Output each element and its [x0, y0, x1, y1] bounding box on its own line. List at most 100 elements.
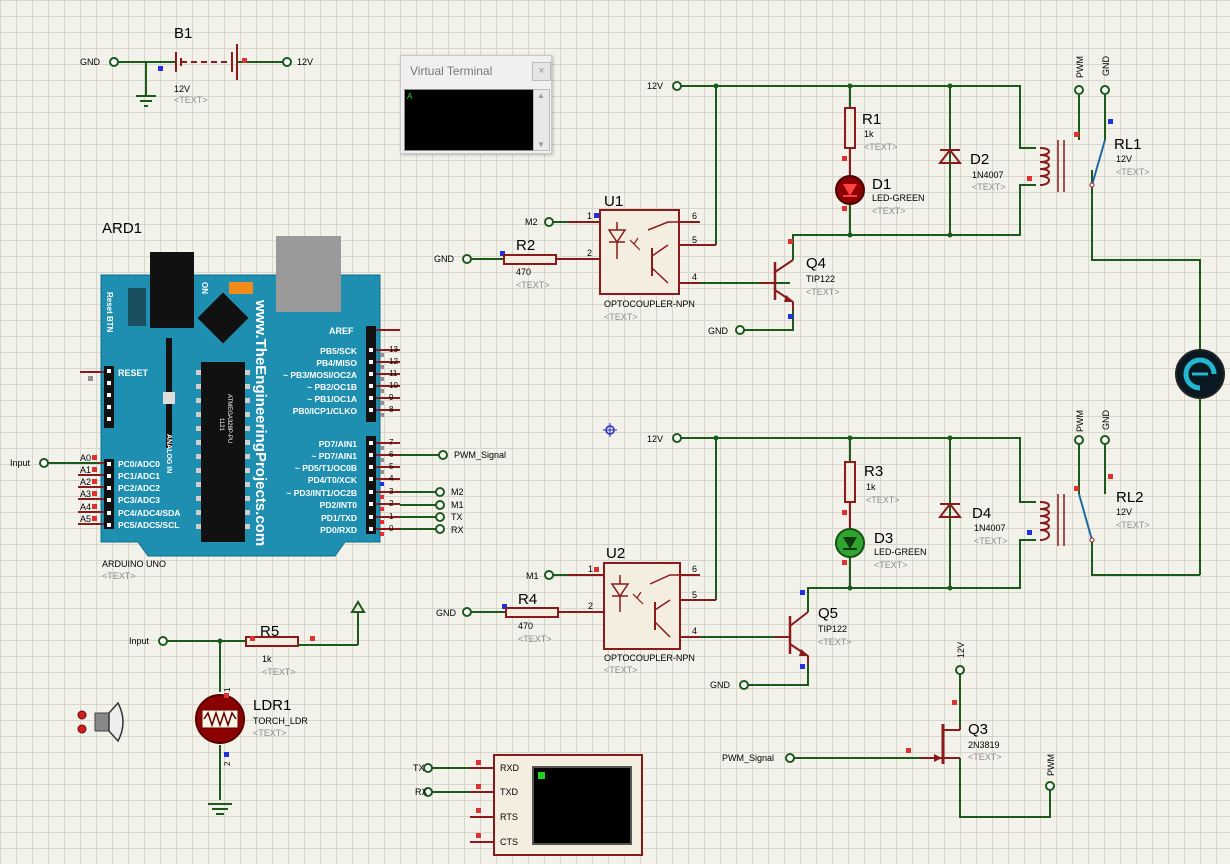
- u2-pin1: 1: [588, 564, 593, 574]
- analog-label: PC5/ADC5/SCL: [118, 520, 179, 530]
- input-net-label: Input: [10, 458, 31, 468]
- r4-value: 470: [518, 621, 533, 631]
- analog-label: PC0/ADC0: [118, 459, 160, 469]
- ard1-text: <TEXT>: [102, 571, 136, 581]
- m2-net-label: M2: [451, 487, 464, 497]
- battery-b1[interactable]: GND 12V B1 12V <TEXT>: [80, 25, 313, 107]
- digital-pin-number: 13: [389, 345, 398, 354]
- scroll-up-icon[interactable]: ▲: [537, 91, 545, 100]
- optocoupler-u2[interactable]: 1 2 4 5 6 U2 OPTOCOUPLER-NPN <TEXT>: [558, 545, 716, 675]
- analog-pin-label: A0: [80, 453, 91, 463]
- virtual-terminal-window[interactable]: Virtual Terminal × A ▲ ▼: [400, 55, 552, 154]
- resistor-r1[interactable]: R1 1k <TEXT>: [842, 107, 898, 176]
- resistor-r3[interactable]: R3 1k <TEXT>: [842, 461, 900, 530]
- optocoupler-u1[interactable]: 1 2 4 5 6 U1 OPTOCOUPLER-NPN <TEXT>: [556, 193, 716, 322]
- q3-pwm-signal-net: PWM_Signal: [722, 753, 774, 763]
- d4-value: 1N4007: [974, 523, 1006, 533]
- virtual-terminal-screen[interactable]: A: [404, 89, 534, 151]
- u1-pin5: 5: [692, 235, 697, 245]
- d4-text: <TEXT>: [974, 536, 1008, 546]
- digital-pin-label: ~ PD7/AIN1: [311, 451, 357, 461]
- chip-name: ATMEGA328P-PU: [226, 394, 232, 443]
- serial-tx-net: TX: [413, 763, 425, 773]
- u1-pin1: 1: [587, 211, 592, 221]
- torch-control[interactable]: [77, 701, 124, 743]
- scroll-down-icon[interactable]: ▼: [537, 140, 545, 149]
- q3-value: 2N3819: [968, 740, 1000, 750]
- digital-pin-number: 4: [389, 474, 394, 483]
- digital-pin-label: ~ PD3/INT1/OC2B: [286, 488, 357, 498]
- d2-text: <TEXT>: [972, 182, 1006, 192]
- rx-net-label: RX: [451, 525, 464, 535]
- virtual-terminal-title: Virtual Terminal: [410, 64, 493, 78]
- rl1-ref: RL1: [1114, 136, 1142, 153]
- aref-label: AREF: [329, 326, 354, 336]
- ldr-ldr1[interactable]: 1 2 LDR1 TORCH_LDR <TEXT>: [195, 638, 308, 815]
- dc-motor[interactable]: [1175, 349, 1225, 575]
- r2-ref: R2: [516, 237, 535, 254]
- r2-value: 470: [516, 267, 531, 277]
- reset-btn-label: Reset BTN: [105, 292, 114, 333]
- schematic-canvas: GND 12V B1 12V <TEXT> ARD1 1121 ATMEGA32…: [10, 25, 1225, 856]
- on-label: ON: [200, 282, 209, 294]
- analog-pin-label: A2: [80, 477, 91, 487]
- crosshair-icon[interactable]: [603, 423, 617, 437]
- r5-text: <TEXT>: [262, 667, 296, 677]
- analog-pin-label: A3: [80, 489, 91, 499]
- ch2-wires: M1 GND 12V GND: [436, 433, 1200, 690]
- website-label: www.TheEngineeringProjects.com: [252, 299, 269, 546]
- resistor-r2[interactable]: R2 470 <TEXT>: [503, 237, 557, 290]
- analog-label: PC1/ADC1: [118, 471, 160, 481]
- ldr1-ref: LDR1: [253, 697, 291, 714]
- rl1-text: <TEXT>: [1116, 167, 1150, 177]
- q3-12v-net: 12V: [956, 642, 966, 658]
- digital-pin-number: 6: [389, 450, 394, 459]
- transistor-q5[interactable]: Q5 TIP122 <TEXT>: [775, 590, 852, 669]
- relay-rl2[interactable]: PWM GND RL2 12V <TEXT>: [1027, 410, 1150, 547]
- serial-pin-rts: RTS: [500, 812, 518, 822]
- ard1-model: ARDUINO UNO: [102, 559, 166, 569]
- q4-value: TIP122: [806, 274, 835, 284]
- b1-text: <TEXT>: [174, 95, 208, 105]
- u1-pin4: 4: [692, 272, 697, 282]
- q5-gnd-net: GND: [710, 680, 731, 690]
- q4-ref: Q4: [806, 255, 826, 272]
- d1-ref: D1: [872, 176, 891, 193]
- u1-pin6: 6: [692, 211, 697, 221]
- resistor-r4[interactable]: R4 470 <TEXT>: [505, 591, 559, 644]
- u2-text: <TEXT>: [604, 665, 638, 675]
- analog-label: PC3/ADC3: [118, 495, 160, 505]
- digital-pin-number: 8: [389, 405, 394, 414]
- rl2-text: <TEXT>: [1116, 520, 1150, 530]
- r1-ref: R1: [862, 111, 881, 128]
- close-icon[interactable]: ×: [532, 62, 551, 81]
- serial-pin-cts: CTS: [500, 837, 518, 847]
- d1-text: <TEXT>: [872, 206, 906, 216]
- jfet-q3[interactable]: 12V PWM PWM_Signal Q3 2N3819 <TEXT>: [722, 642, 1056, 818]
- arduino-uno[interactable]: ARD1 1121 ATMEGA328P-PU www.TheEngineeri…: [78, 220, 400, 581]
- analog-pin-label: A5: [80, 514, 91, 524]
- digital-pin-number: 7: [389, 438, 394, 447]
- digital-pin-number: 10: [389, 381, 398, 390]
- m1-net-label: M1: [451, 500, 464, 510]
- relay-rl1[interactable]: PWM GND RL1 12V <TEXT>: [1027, 56, 1150, 193]
- q3-pwm-net: PWM: [1046, 754, 1056, 776]
- r3-text: <TEXT>: [866, 495, 900, 505]
- serial-rx-net: RX: [415, 787, 428, 797]
- analog-in-label: ANALOG IN: [165, 434, 172, 473]
- digital-pin-label: ~ PB2/OC1B: [307, 382, 357, 392]
- d2-ref: D2: [970, 151, 989, 168]
- digital-pin-label: PD2/INT0: [320, 500, 358, 510]
- ldr1-value: TORCH_LDR: [253, 716, 308, 726]
- u2-pin5: 5: [692, 590, 697, 600]
- serial-pin-rxd: RXD: [500, 763, 520, 773]
- battery-gnd-label: GND: [80, 57, 101, 67]
- digital-pin-number: 12: [389, 357, 398, 366]
- digital-pin-label: PD4/T0/XCK: [308, 475, 358, 485]
- serial-terminal[interactable]: TX RX RXD TXD RTS CTS: [413, 754, 643, 856]
- terminal-scrollbar[interactable]: ▲ ▼: [533, 89, 550, 151]
- transistor-q4[interactable]: Q4 TIP122 <TEXT>: [760, 239, 840, 319]
- pwm-net-label: PWM_Signal: [454, 450, 506, 460]
- digital-pin-label: PD0/RXD: [320, 525, 357, 535]
- resistor-r5[interactable]: Input R5 1k <TEXT>: [129, 600, 366, 677]
